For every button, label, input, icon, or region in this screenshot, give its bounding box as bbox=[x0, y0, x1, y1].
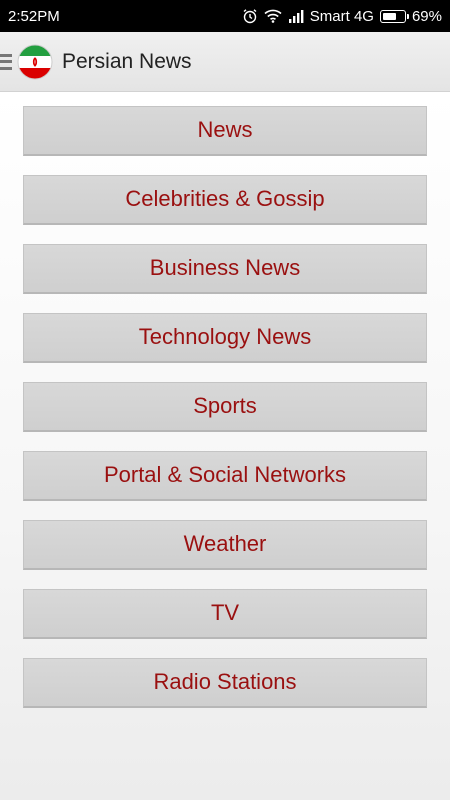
category-button-business-news[interactable]: Business News bbox=[23, 244, 427, 294]
signal-icon bbox=[288, 9, 304, 23]
status-time: 2:52PM bbox=[8, 7, 60, 25]
category-button-radio-stations[interactable]: Radio Stations bbox=[23, 658, 427, 708]
battery-fill bbox=[382, 12, 397, 20]
category-button-celebrities-and-gossip[interactable]: Celebrities & Gossip bbox=[23, 175, 427, 225]
category-button-news[interactable]: News bbox=[23, 106, 427, 156]
action-bar: Persian News bbox=[0, 32, 450, 92]
alarm-icon bbox=[242, 8, 258, 24]
battery-icon bbox=[379, 9, 409, 23]
category-button-list: News Celebrities & Gossip Business News Tec… bbox=[23, 106, 427, 727]
category-button-portal-and-social-networks[interactable]: Portal & Social Networks bbox=[23, 451, 427, 501]
status-bar: 2:52PM Smart 4G 69% bbox=[0, 0, 450, 32]
battery-percent: 69% bbox=[411, 7, 442, 25]
category-button-tv[interactable]: TV bbox=[23, 589, 427, 639]
category-button-sports[interactable]: Sports bbox=[23, 382, 427, 432]
app-title: Persian News bbox=[62, 49, 192, 73]
main-content: News Celebrities & Gossip Business News Tec… bbox=[0, 92, 450, 800]
category-button-weather[interactable]: Weather bbox=[23, 520, 427, 570]
iran-flag-icon[interactable] bbox=[16, 43, 54, 81]
wifi-icon bbox=[264, 9, 282, 23]
category-button-technology-news[interactable]: Technology News bbox=[23, 313, 427, 363]
hamburger-menu-icon[interactable] bbox=[0, 52, 14, 72]
carrier-label: Smart 4G bbox=[309, 7, 374, 25]
